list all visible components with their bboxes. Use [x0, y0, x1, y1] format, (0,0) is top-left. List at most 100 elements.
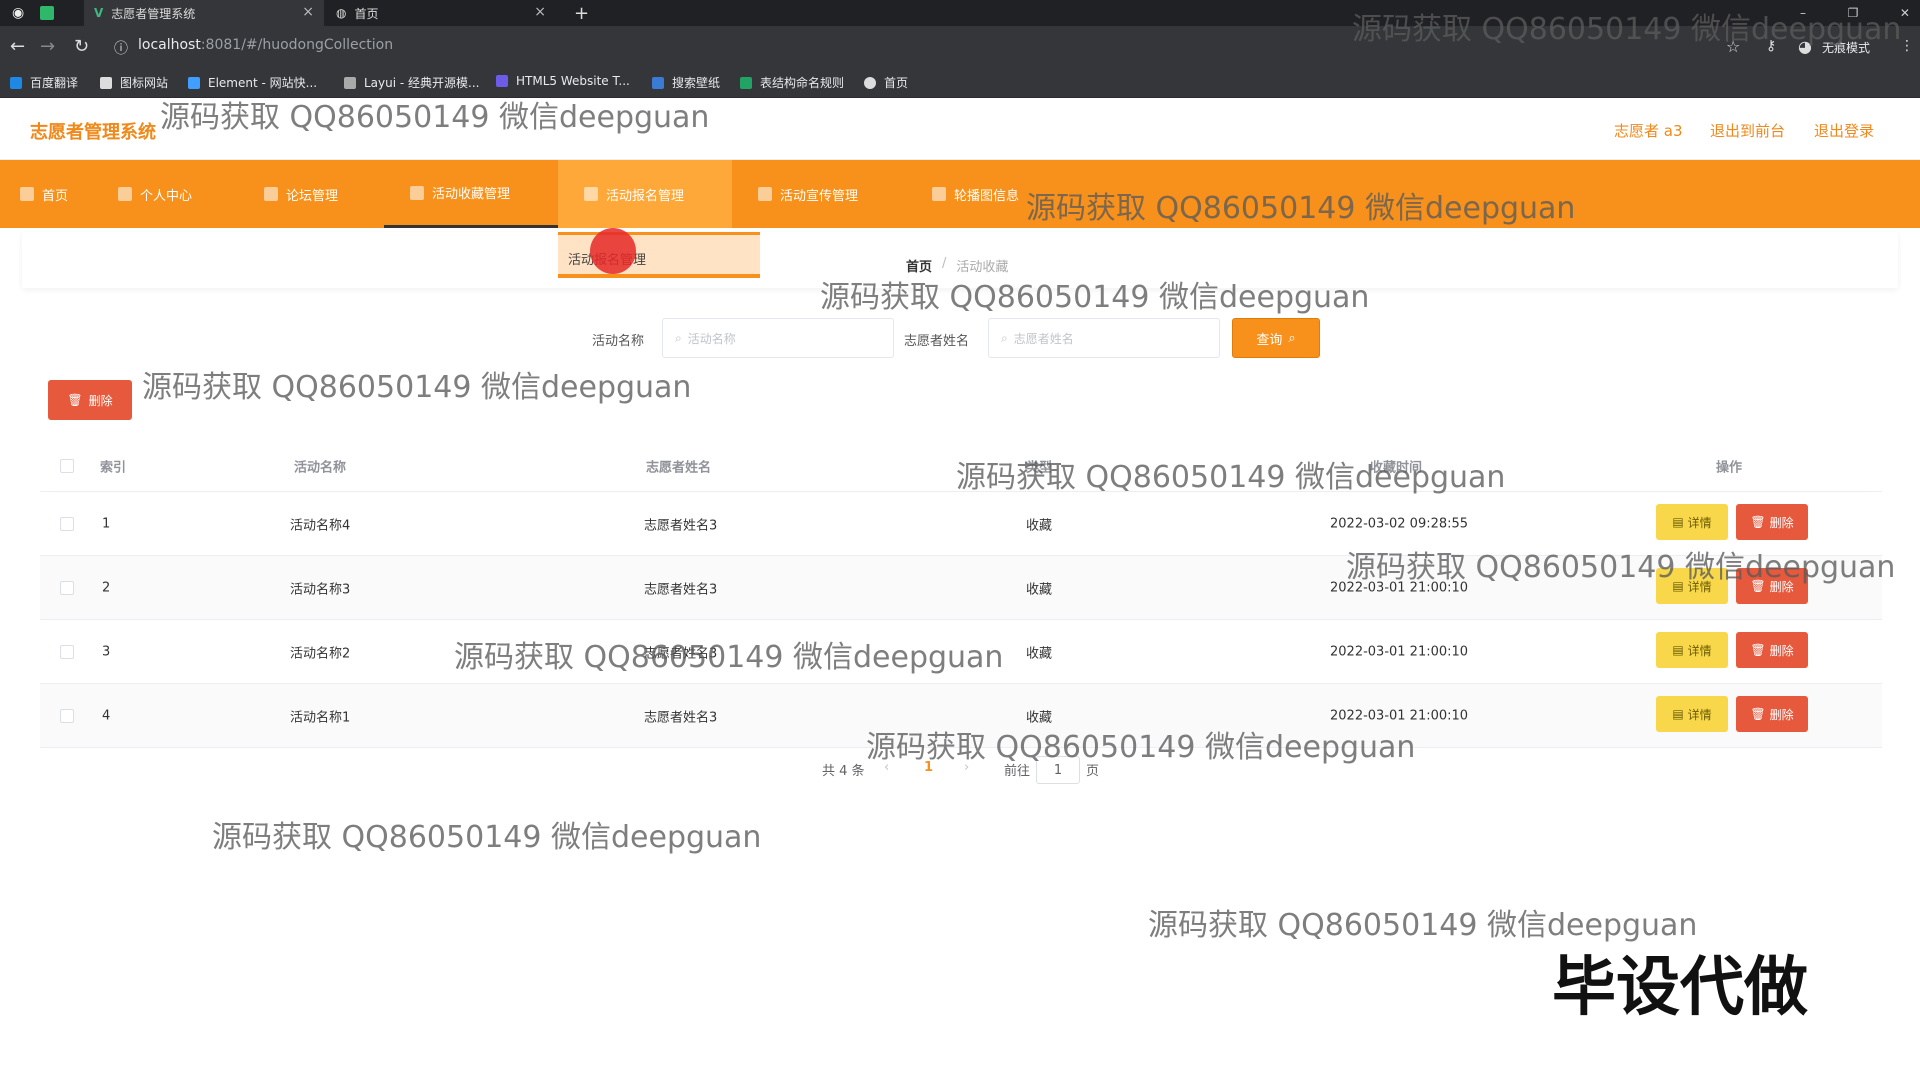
detail-label: 详情: [1687, 515, 1712, 530]
watermark-text: 源码获取 QQ86050149 微信deepguan: [142, 370, 692, 405]
bookmark-item[interactable]: Layui - 经典开源模...: [344, 74, 479, 91]
logout-link[interactable]: 退出登录: [1814, 120, 1874, 141]
info-icon[interactable]: ⓘ: [114, 38, 128, 58]
cell-activity-name: 活动名称3: [290, 582, 351, 597]
delete-label: 删除: [1769, 643, 1794, 658]
image-icon: [932, 187, 946, 201]
nav-home[interactable]: 首页: [20, 160, 100, 228]
nav-label: 活动报名管理: [606, 188, 685, 204]
detail-button[interactable]: ▤ 详情: [1656, 504, 1728, 540]
cell-activity-name: 活动名称1: [290, 710, 351, 725]
nav-carousel[interactable]: 轮播图信息: [932, 160, 1032, 228]
doc-icon: ▤: [1672, 643, 1684, 657]
megaphone-icon: [758, 187, 772, 201]
tab-home[interactable]: ◍ 首页 ×: [326, 0, 556, 26]
bookmark-item[interactable]: 图标网站: [100, 74, 168, 91]
bookmark-item[interactable]: 首页: [864, 74, 908, 91]
nav-label: 活动收藏管理: [432, 187, 511, 202]
nav-label: 首页: [42, 188, 69, 204]
forum-icon: [264, 187, 278, 201]
query-button-label: 查询: [1256, 332, 1283, 348]
element-icon: [188, 76, 200, 89]
delete-button[interactable]: 🗑 删除: [1736, 632, 1808, 668]
html5-icon: [496, 75, 508, 87]
cell-collect-time: 2022-03-02 09:28:55: [1330, 516, 1469, 531]
home-icon: [20, 187, 34, 201]
volunteer-name-label: 志愿者姓名: [904, 334, 970, 349]
url-field[interactable]: localhost:8081/#/huodongCollection: [138, 37, 393, 53]
watermark-text: 源码获取 QQ86050149 微信deepguan: [820, 280, 1370, 315]
batch-delete-button[interactable]: 🗑 删除: [48, 380, 132, 420]
delete-button[interactable]: 🗑 删除: [1736, 696, 1808, 732]
tab-title: 首页: [354, 6, 379, 21]
bookmark-label: Layui - 经典开源模...: [364, 76, 480, 90]
detail-button[interactable]: ▤ 详情: [1656, 632, 1728, 668]
cell-volunteer-name: 志愿者姓名3: [644, 518, 718, 533]
back-icon[interactable]: ←: [10, 36, 25, 57]
bookmark-item[interactable]: 表结构命名规则: [740, 74, 844, 91]
detail-label: 详情: [1687, 643, 1712, 658]
tab-title: 志愿者管理系统: [111, 6, 196, 21]
translate-icon: [10, 76, 22, 89]
cell-collect-time: 2022-03-01 21:00:10: [1330, 708, 1469, 723]
globe-icon: ◍: [336, 6, 347, 20]
select-all-checkbox[interactable]: [60, 458, 74, 473]
tab-volunteer-system[interactable]: V 志愿者管理系统 ×: [84, 0, 324, 26]
doc-icon: ▤: [1672, 707, 1684, 721]
reload-icon[interactable]: ↻: [74, 36, 89, 57]
sheet-icon: [740, 76, 752, 89]
nav-profile[interactable]: 个人中心: [118, 160, 238, 228]
row-checkbox[interactable]: [60, 516, 74, 531]
activity-name-placeholder: 活动名称: [687, 331, 736, 346]
close-icon[interactable]: ×: [534, 4, 546, 20]
row-checkbox[interactable]: [60, 708, 74, 723]
bookmark-label: 首页: [884, 76, 909, 90]
bookmark-item[interactable]: 百度翻译: [10, 74, 78, 91]
nav-signup[interactable]: 活动报名管理: [558, 160, 732, 228]
batch-delete-label: 删除: [88, 393, 113, 408]
delete-label: 删除: [1769, 707, 1794, 722]
watermark-text: 源码获取 QQ86050149 微信deepguan: [1026, 191, 1576, 226]
forward-icon[interactable]: →: [40, 36, 55, 57]
bookmark-label: HTML5 Website T...: [516, 74, 630, 88]
nav-collection[interactable]: 活动收藏管理: [384, 160, 558, 228]
nav-promotion[interactable]: 活动宣传管理: [758, 160, 908, 228]
bookmark-item[interactable]: 搜索壁纸: [652, 74, 720, 91]
detail-label: 详情: [1687, 707, 1712, 722]
nav-label: 活动宣传管理: [780, 188, 859, 204]
back-to-front-link[interactable]: 退出到前台: [1710, 120, 1785, 141]
globe-icon: [864, 76, 876, 89]
bookmark-label: 搜索壁纸: [672, 76, 721, 90]
col-index: 索引: [100, 460, 127, 475]
detail-button[interactable]: ▤ 详情: [1656, 696, 1728, 732]
user-label[interactable]: 志愿者 a3: [1614, 120, 1683, 141]
trash-icon: 🗑: [67, 393, 83, 407]
trash-icon: 🗑: [1750, 643, 1766, 657]
row-checkbox[interactable]: [60, 580, 74, 595]
new-tab-button[interactable]: +: [574, 0, 594, 26]
search-icon: ⌕: [675, 330, 682, 345]
query-button[interactable]: 查询 ⌕: [1232, 318, 1320, 358]
volunteer-name-input[interactable]: ⌕ 志愿者姓名: [988, 318, 1220, 358]
delete-button[interactable]: 🗑 删除: [1736, 504, 1808, 540]
row-checkbox[interactable]: [60, 644, 74, 659]
col-activity-name: 活动名称: [294, 460, 347, 475]
cell-type: 收藏: [1026, 518, 1053, 533]
bookmark-item[interactable]: HTML5 Website T...: [496, 74, 630, 88]
cell-type: 收藏: [1026, 646, 1053, 661]
nav-forum[interactable]: 论坛管理: [264, 160, 384, 228]
watermark-text: 源码获取 QQ86050149 微信deepguan: [212, 820, 762, 855]
activity-name-input[interactable]: ⌕ 活动名称: [662, 318, 894, 358]
col-volunteer-name: 志愿者姓名: [646, 460, 712, 475]
search-icon: ⌕: [1001, 330, 1008, 345]
app-title: 志愿者管理系统: [30, 122, 156, 143]
close-icon[interactable]: ×: [302, 4, 314, 20]
main-nav: 首页 个人中心 论坛管理 活动收藏管理 活动报名管理 活动宣传管理 轮播图信息: [0, 160, 1920, 228]
menu-icon[interactable]: ⋮: [1900, 38, 1914, 54]
bookmark-item[interactable]: Element - 网站快...: [188, 74, 317, 91]
cell-activity-name: 活动名称4: [290, 518, 351, 533]
layui-icon: [344, 76, 356, 89]
browser-menu[interactable]: ◉: [12, 0, 72, 26]
click-indicator: [590, 228, 636, 274]
pagination-total: 共 4 条: [822, 764, 865, 779]
